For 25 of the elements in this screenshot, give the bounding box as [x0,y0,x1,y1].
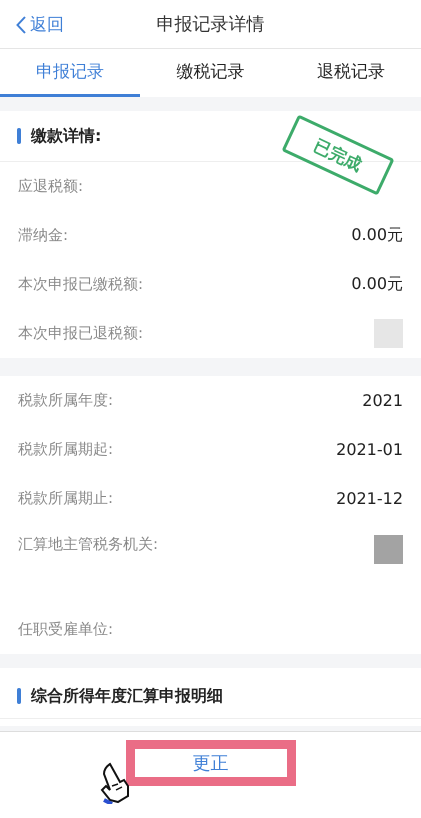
back-link[interactable]: 返回 [16,13,64,36]
tab[interactable]: 退税记录 [280,49,421,97]
field-label: 本次申报已缴税额: [18,275,144,294]
field-value: 2021-01 [336,440,403,459]
field-value: 2021-12 [336,489,403,508]
section-title: 缴款详情: [31,126,102,146]
field-label: 应退税额: [18,177,84,196]
field-value: 0.00元 [351,225,403,246]
field-label: 税款所属期止: [18,489,114,508]
pointing-hand-icon [98,760,132,804]
field-label: 税款所属年度: [18,391,114,410]
correct-button[interactable]: 更正 [126,740,296,786]
page-title: 申报记录详情 [156,13,264,36]
field-label: 滞纳金: [18,226,68,245]
back-chevron-icon [16,16,26,34]
field-label: 汇算地主管税务机关: [18,535,158,554]
field-label: 任职受雇单位: [18,620,114,639]
field-value: 0.00元 [351,274,403,295]
section-title: 综合所得年度汇算申报明细 [31,686,223,706]
tab[interactable]: 申报记录 [0,49,140,97]
field-value: 2021 [362,391,403,410]
tab[interactable]: 缴税记录 [140,49,281,97]
field-label: 税款所属期起: [18,440,114,459]
completed-stamp: 已完成 [282,114,394,196]
field-label: 本次申报已退税额: [18,324,144,343]
